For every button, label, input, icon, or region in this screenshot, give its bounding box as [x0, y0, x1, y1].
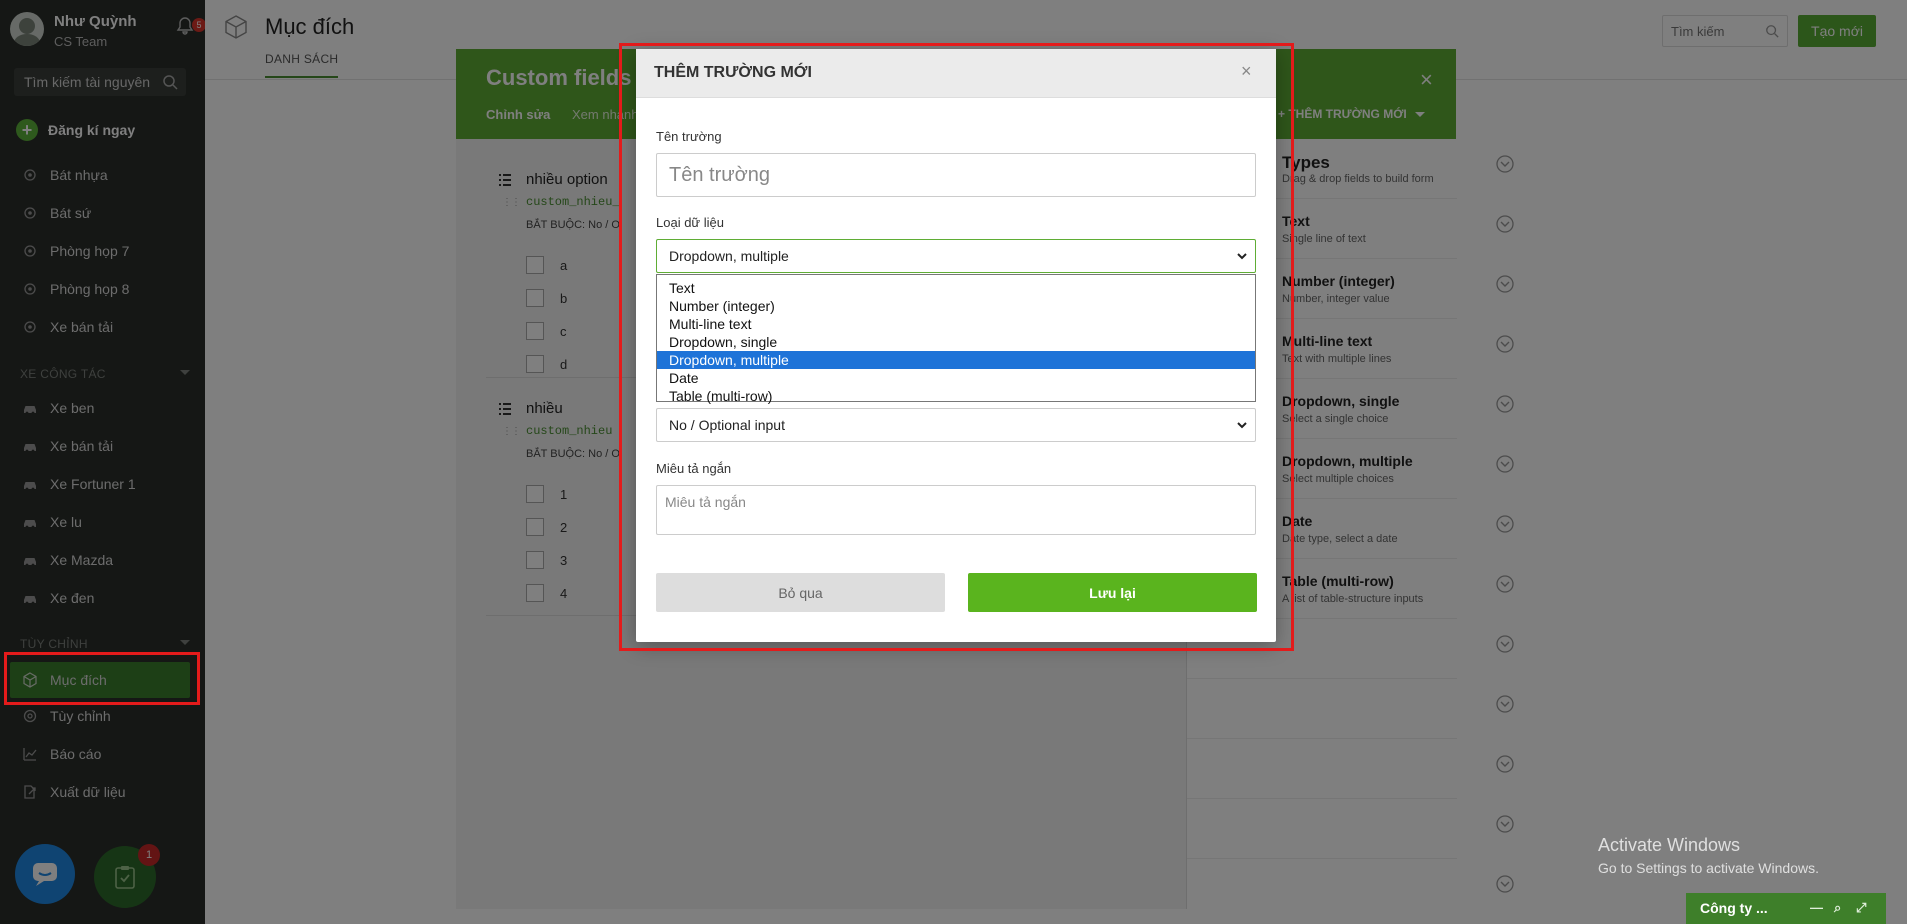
- expand-icon[interactable]: ⤢: [1856, 900, 1866, 916]
- annotation-highlight-sidebar: [4, 652, 200, 705]
- minimize-icon[interactable]: —: [1810, 900, 1823, 915]
- annotation-highlight-modal: [619, 43, 1294, 651]
- windows-watermark-title: Activate Windows: [1598, 835, 1741, 855]
- search-icon[interactable]: ⌕: [1834, 900, 1841, 916]
- company-label: Công ty ...: [1700, 900, 1768, 916]
- company-chat-bar[interactable]: Công ty ... — ⌕ ⤢: [1686, 893, 1886, 924]
- windows-watermark-subtitle: Go to Settings to activate Windows.: [1598, 860, 1819, 876]
